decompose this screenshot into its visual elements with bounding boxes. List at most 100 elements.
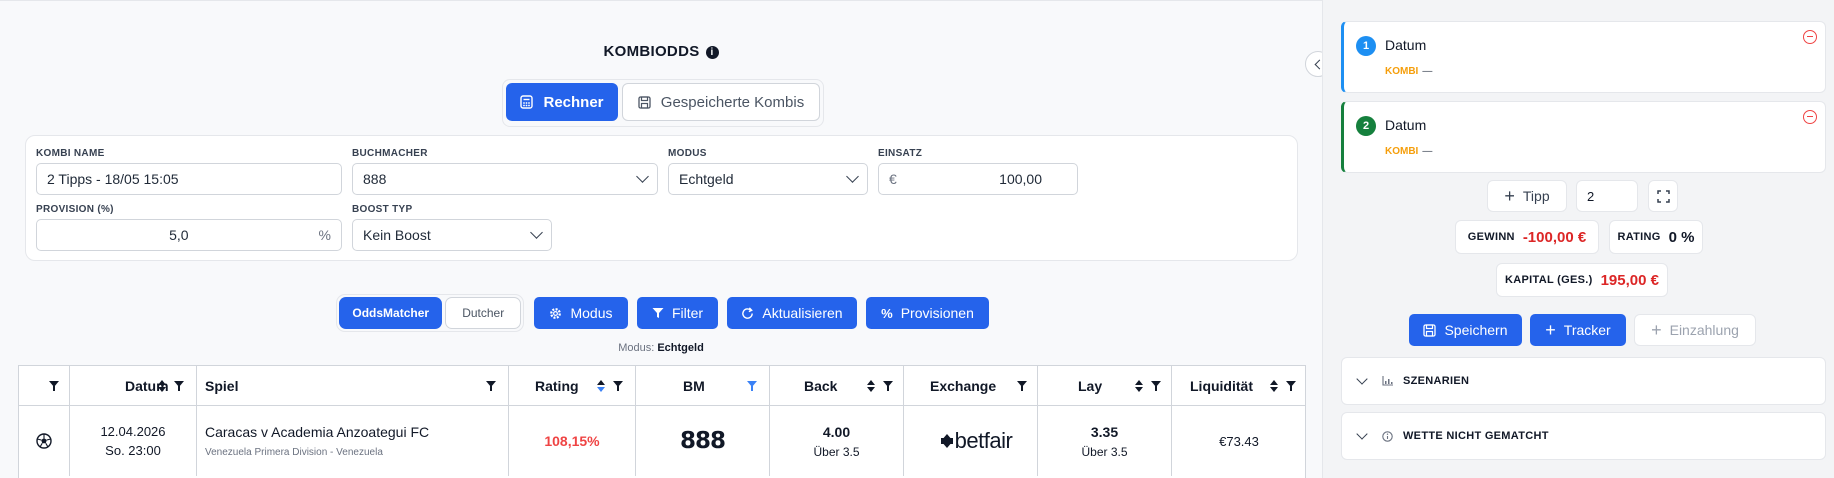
filter-icon[interactable]	[1151, 380, 1161, 391]
row-exchange: betfair	[954, 428, 1013, 453]
sort-icon[interactable]	[1270, 379, 1278, 392]
leg-number-badge: 2	[1356, 116, 1376, 136]
view-toggle: Rechner Gespeicherte Kombis	[502, 79, 824, 127]
sort-icon[interactable]	[158, 379, 166, 392]
stake-currency: €	[889, 171, 897, 187]
tab-saved-label: Gespeicherte Kombis	[660, 93, 805, 111]
dutcher-button[interactable]: Dutcher	[445, 297, 521, 329]
table-row-back-cell[interactable]: 4.00 Über 3.5	[770, 406, 904, 476]
tab-saved-combos[interactable]: Gespeicherte Kombis	[622, 83, 820, 121]
filter-icon[interactable]	[883, 380, 893, 391]
mode-value: Echtgeld	[679, 171, 734, 187]
slip-leg-2[interactable]: 2 Datum KOMBI —	[1341, 101, 1826, 173]
boost-select[interactable]: Kein Boost	[352, 219, 552, 251]
col-liquidity-header[interactable]: Liquidität	[1172, 366, 1306, 406]
save-icon	[638, 95, 651, 109]
plus-icon: +	[1504, 186, 1515, 206]
filter-icon[interactable]	[1286, 380, 1296, 391]
col-lay-header[interactable]: Lay	[1038, 366, 1172, 406]
table-row-sport-cell	[19, 406, 70, 476]
filter-icon[interactable]	[1017, 380, 1027, 391]
table-row-bm-cell[interactable]: 888	[636, 406, 770, 476]
rating-pill: RATING 0 %	[1609, 220, 1703, 254]
percent-icon: %	[881, 305, 893, 321]
remove-leg-icon[interactable]	[1803, 110, 1817, 124]
commission-input[interactable]: 5,0%	[36, 219, 342, 251]
expand-icon	[1656, 189, 1670, 203]
stake-input[interactable]: €100,00	[878, 163, 1078, 195]
mode-select[interactable]: Echtgeld	[668, 163, 868, 195]
filter-icon[interactable]	[486, 380, 496, 391]
col-match-header[interactable]: Spiel	[197, 366, 509, 406]
commissions-button-label: Provisionen	[900, 305, 974, 321]
combo-name-input[interactable]: 2 Tipps - 18/05 15:05	[36, 163, 342, 195]
table-row-rating-cell: 108,15%	[509, 406, 636, 476]
modus-button[interactable]: Modus	[534, 297, 628, 329]
row-liquidity: €73.43	[1219, 433, 1259, 449]
col-rating-header[interactable]: Rating	[509, 366, 636, 406]
sort-icon[interactable]	[867, 379, 875, 392]
filter-icon	[652, 308, 664, 318]
soccer-ball-icon	[36, 433, 52, 449]
boost-label: BOOST TYP	[352, 204, 413, 215]
stake-label: EINSATZ	[878, 148, 923, 159]
remove-leg-icon[interactable]	[1803, 30, 1817, 44]
current-mode-label: Modus:	[618, 342, 655, 354]
oddsmatcher-button[interactable]: OddsMatcher	[339, 297, 443, 329]
leg-tag-value: —	[1422, 66, 1433, 77]
refresh-button-label: Aktualisieren	[762, 305, 843, 321]
filter-icon[interactable]	[613, 380, 623, 391]
table-row-lay-cell[interactable]: 3.35 Über 3.5	[1038, 406, 1172, 476]
row-league: Venezuela Primera Division - Venezuela	[205, 447, 383, 458]
save-button[interactable]: Speichern	[1409, 314, 1522, 346]
row-time: So. 23:00	[105, 443, 161, 458]
commissions-button[interactable]: % Provisionen	[866, 297, 989, 329]
deposit-button[interactable]: + Einzahlung	[1634, 314, 1756, 346]
bar-chart-icon	[1382, 376, 1393, 386]
tab-calculator[interactable]: Rechner	[506, 83, 618, 121]
profit-pill: GEWINN -100,00 €	[1455, 220, 1599, 254]
tracker-button-label: Tracker	[1563, 322, 1611, 338]
add-tip-button[interactable]: + Tipp	[1487, 180, 1567, 212]
tracker-button[interactable]: + Tracker	[1530, 314, 1626, 346]
filter-button-label: Filter	[671, 305, 704, 321]
chevron-down-icon	[1356, 373, 1368, 385]
profit-label: GEWINN	[1467, 231, 1515, 243]
sort-icon[interactable]	[1135, 379, 1143, 392]
slip-leg-1[interactable]: 1 Datum KOMBI —	[1341, 21, 1826, 93]
commission-unit: %	[318, 227, 331, 243]
col-exchange-header[interactable]: Exchange	[904, 366, 1038, 406]
filter-icon[interactable]	[174, 380, 184, 391]
scenarios-accordion[interactable]: SZENARIEN	[1341, 357, 1826, 405]
table-row-match-cell[interactable]: Caracas v Academia Anzoategui FC Venezue…	[197, 406, 509, 476]
scenarios-label: SZENARIEN	[1403, 375, 1470, 387]
leg-name: Datum	[1385, 37, 1427, 53]
col-lay-label: Lay	[1078, 377, 1103, 394]
profit-value: -100,00 €	[1522, 228, 1587, 246]
leg-name: Datum	[1385, 117, 1427, 133]
info-icon[interactable]: i	[705, 46, 719, 59]
bookmaker-select[interactable]: 888	[352, 163, 658, 195]
page-title: KOMBIODDS i	[0, 43, 1322, 60]
filter-button[interactable]: Filter	[637, 297, 718, 329]
plus-icon: +	[1545, 320, 1556, 340]
bookmaker-value: 888	[363, 171, 387, 187]
col-bm-header[interactable]: BM	[636, 366, 770, 406]
calculator-icon	[520, 95, 534, 109]
capital-pill: KAPITAL (GES.) 195,00 €	[1496, 263, 1668, 297]
sort-icon[interactable]	[597, 379, 605, 392]
tip-count-input[interactable]: 2	[1576, 180, 1638, 212]
col-date-header[interactable]: Datum	[70, 366, 197, 406]
col-sport-header[interactable]	[19, 366, 70, 406]
col-back-header[interactable]: Back	[770, 366, 904, 406]
refresh-button[interactable]: Aktualisieren	[727, 297, 857, 329]
filter-icon[interactable]	[49, 380, 59, 391]
table-row-exchange-cell[interactable]: betfair	[904, 406, 1038, 476]
fullscreen-button[interactable]	[1648, 180, 1678, 212]
col-match-label: Spiel	[205, 377, 239, 394]
commission-value: 5,0	[169, 227, 189, 243]
save-icon	[1423, 323, 1437, 337]
unmatched-accordion[interactable]: WETTE NICHT GEMATCHT	[1341, 412, 1826, 460]
filter-icon[interactable]	[747, 380, 757, 391]
odds-table: Datum Spiel Rating BM Back Exchange Lay	[18, 365, 1306, 478]
